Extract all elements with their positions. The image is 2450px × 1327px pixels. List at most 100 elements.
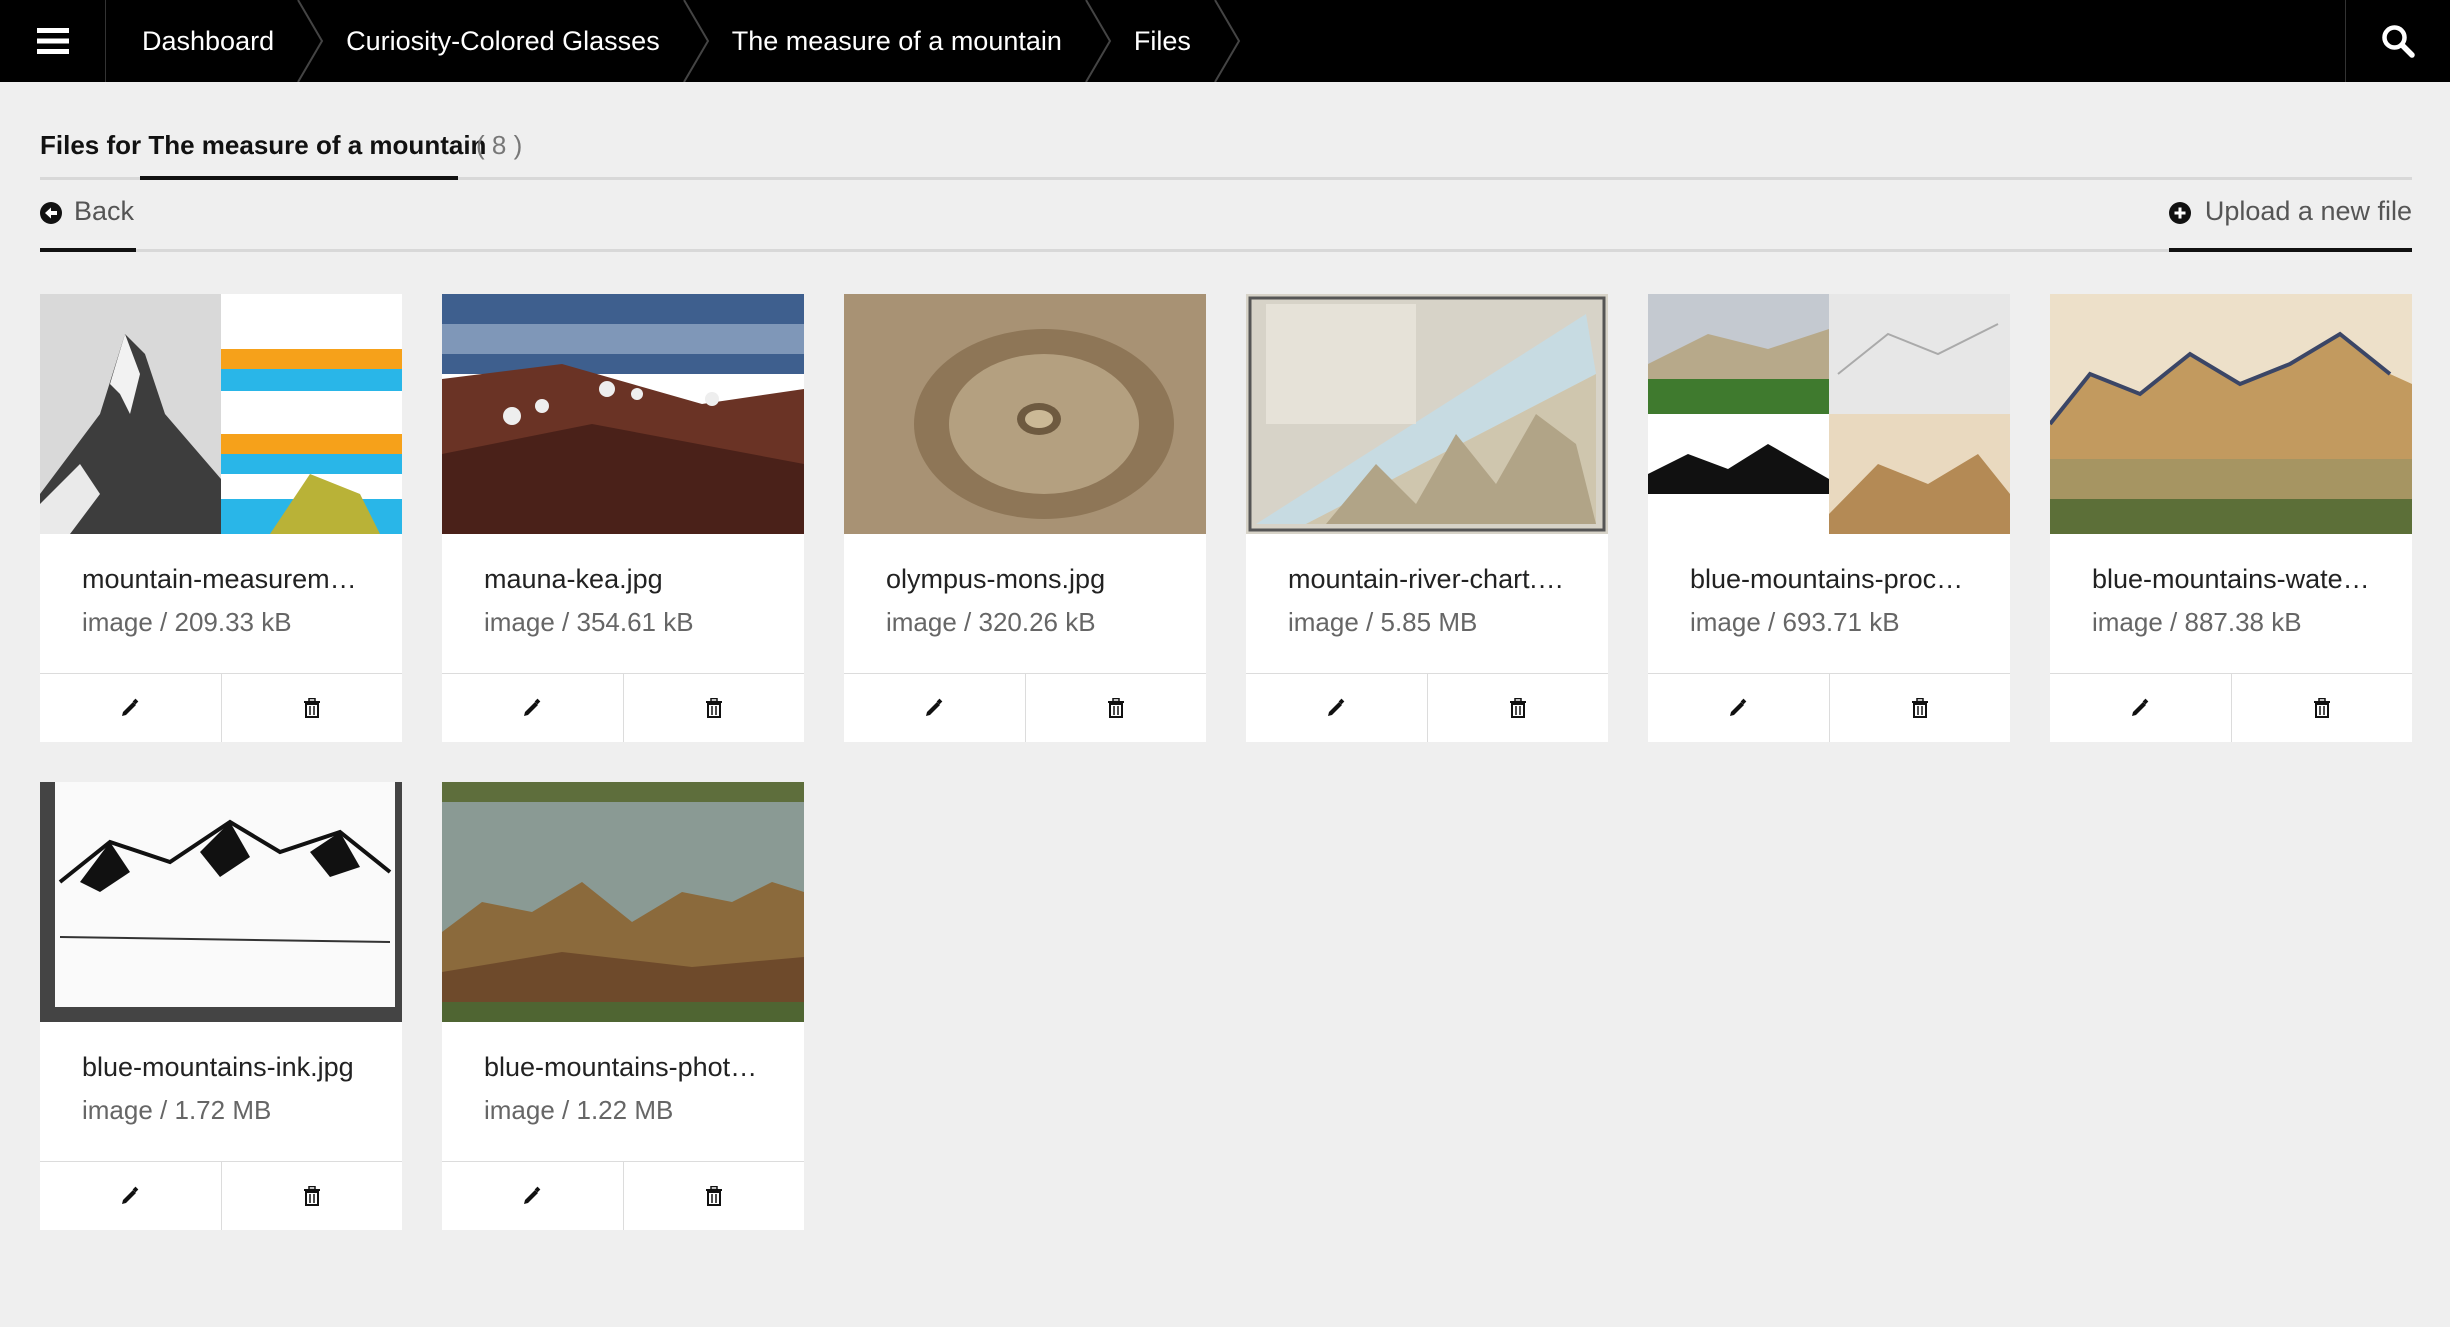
file-info: mountain-measurem… image / 209.33 kB <box>40 534 402 674</box>
file-actions <box>40 674 402 742</box>
file-meta: image / 209.33 kB <box>82 607 292 637</box>
breadcrumb-files[interactable]: Files <box>1098 0 1241 82</box>
delete-button[interactable] <box>1024 674 1207 742</box>
edit-button[interactable] <box>40 1162 221 1230</box>
pencil-icon <box>122 1186 139 1204</box>
pencil-icon <box>122 698 139 716</box>
file-actions <box>2050 674 2412 742</box>
trash-icon <box>705 1186 722 1206</box>
file-actions <box>1246 674 1608 742</box>
file-info: blue-mountains-ink.jpg image / 1.72 MB <box>40 1022 402 1162</box>
trash-icon <box>705 698 722 718</box>
file-thumbnail[interactable] <box>1648 294 2010 534</box>
edit-button[interactable] <box>442 674 623 742</box>
file-actions <box>442 674 804 742</box>
file-thumbnail[interactable] <box>40 294 402 534</box>
top-navbar: Dashboard Curiosity-Colored Glasses The … <box>0 0 2450 82</box>
edit-button[interactable] <box>1246 674 1427 742</box>
chevron-right-icon <box>1214 0 1241 82</box>
file-meta: image / 887.38 kB <box>2092 607 2302 637</box>
edit-button[interactable] <box>40 674 221 742</box>
plus-circle-icon <box>2168 202 2191 224</box>
breadcrumb: Dashboard Curiosity-Colored Glasses The … <box>106 0 1241 82</box>
file-thumbnail[interactable] <box>2050 294 2412 534</box>
file-meta: image / 354.61 kB <box>484 607 694 637</box>
back-link[interactable]: Back <box>40 196 137 252</box>
file-meta: image / 5.85 MB <box>1288 607 1478 637</box>
trash-icon <box>1509 698 1526 718</box>
trash-icon <box>303 698 320 718</box>
delete-button[interactable] <box>1426 674 1609 742</box>
delete-button[interactable] <box>220 674 403 742</box>
file-name: olympus-mons.jpg <box>886 564 1106 594</box>
file-card: olympus-mons.jpg image / 320.26 kB <box>844 294 1206 742</box>
trash-icon <box>2313 698 2330 718</box>
file-card: blue-mountains-phot… image / 1.22 MB <box>442 782 804 1230</box>
file-name: mauna-kea.jpg <box>484 564 663 594</box>
file-card: mountain-measurem… image / 209.33 kB <box>40 294 402 742</box>
breadcrumb-label: Dashboard <box>142 25 275 56</box>
pencil-icon <box>926 698 943 716</box>
file-name: mountain-river-chart.… <box>1288 564 1565 594</box>
breadcrumb-curiosity-colored-glasses[interactable]: Curiosity-Colored Glasses <box>310 0 709 82</box>
pencil-icon <box>524 698 541 716</box>
file-thumbnail[interactable] <box>442 782 804 1022</box>
trash-icon <box>1911 698 1928 718</box>
breadcrumb-label: The measure of a mountain <box>731 25 1062 56</box>
breadcrumb-measure-of-a-mountain[interactable]: The measure of a mountain <box>696 0 1112 82</box>
delete-button[interactable] <box>2230 674 2413 742</box>
trash-icon <box>1107 698 1124 718</box>
tab-files[interactable]: Files for The measure of a mountain <box>40 130 486 161</box>
search-button[interactable] <box>2345 0 2450 82</box>
menu-button[interactable] <box>0 0 106 82</box>
file-card: blue-mountains-ink.jpg image / 1.72 MB <box>40 782 402 1230</box>
pencil-icon <box>1328 698 1345 716</box>
file-actions <box>844 674 1206 742</box>
delete-button[interactable] <box>622 674 805 742</box>
edit-button[interactable] <box>2050 674 2231 742</box>
back-label: Back <box>74 196 135 226</box>
file-count: ( 8 ) <box>476 130 523 160</box>
action-bar: Back Upload a new file <box>40 188 2412 252</box>
file-card: blue-mountains-wate… image / 887.38 kB <box>2050 294 2412 742</box>
file-name: mountain-measurem… <box>82 564 357 594</box>
breadcrumb-dashboard[interactable]: Dashboard <box>106 0 324 82</box>
pencil-icon <box>2132 698 2149 716</box>
breadcrumb-label: Files <box>1133 25 1191 56</box>
file-thumbnail[interactable] <box>442 294 804 534</box>
tab-bar: Files for The measure of a mountain ( 8 … <box>40 118 2412 180</box>
delete-button[interactable] <box>622 1162 805 1230</box>
file-name: blue-mountains-ink.jpg <box>82 1052 354 1082</box>
edit-button[interactable] <box>1648 674 1829 742</box>
file-card: mauna-kea.jpg image / 354.61 kB <box>442 294 804 742</box>
pencil-icon <box>1730 698 1747 716</box>
file-info: olympus-mons.jpg image / 320.26 kB <box>844 534 1206 674</box>
file-meta: image / 1.22 MB <box>484 1095 674 1125</box>
upload-file-link[interactable]: Upload a new file <box>2168 196 2412 252</box>
file-thumbnail[interactable] <box>40 782 402 1022</box>
file-thumbnail[interactable] <box>1246 294 1608 534</box>
file-info: mountain-river-chart.… image / 5.85 MB <box>1246 534 1608 674</box>
pencil-icon <box>524 1186 541 1204</box>
file-meta: image / 1.72 MB <box>82 1095 272 1125</box>
file-meta: image / 320.26 kB <box>886 607 1096 637</box>
hamburger-icon <box>36 28 69 54</box>
trash-icon <box>303 1186 320 1206</box>
file-actions <box>40 1162 402 1230</box>
file-name: blue-mountains-phot… <box>484 1052 758 1082</box>
delete-button[interactable] <box>1828 674 2011 742</box>
file-info: blue-mountains-proc… image / 693.71 kB <box>1648 534 2010 674</box>
search-icon <box>2382 25 2415 58</box>
file-card: blue-mountains-proc… image / 693.71 kB <box>1648 294 2010 742</box>
file-actions <box>1648 674 2010 742</box>
edit-button[interactable] <box>442 1162 623 1230</box>
edit-button[interactable] <box>844 674 1025 742</box>
arrow-left-circle-icon <box>40 202 62 224</box>
file-meta: image / 693.71 kB <box>1690 607 1900 637</box>
file-actions <box>442 1162 804 1230</box>
delete-button[interactable] <box>220 1162 403 1230</box>
breadcrumb-label: Curiosity-Colored Glasses <box>346 25 660 56</box>
active-tab-indicator <box>140 176 458 180</box>
file-name: blue-mountains-wate… <box>2092 564 2370 594</box>
file-thumbnail[interactable] <box>844 294 1206 534</box>
